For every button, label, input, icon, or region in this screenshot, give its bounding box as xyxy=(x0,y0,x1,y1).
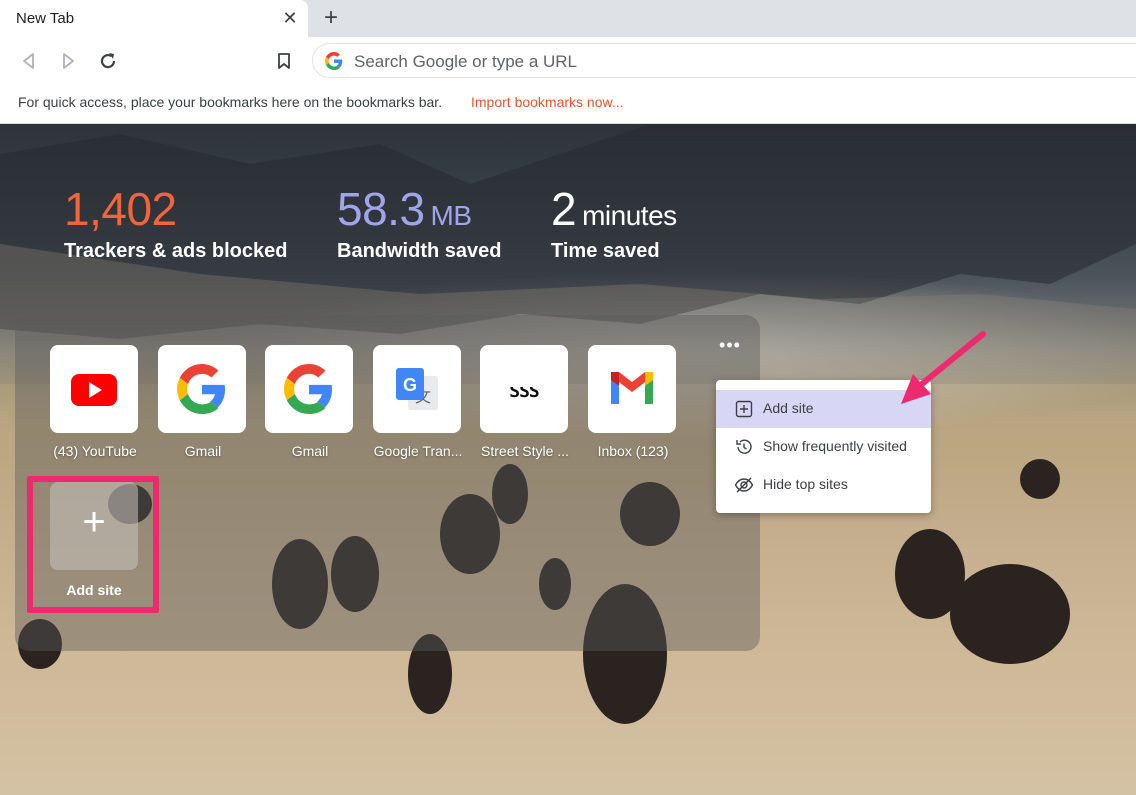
top-site-label: Gmail xyxy=(184,443,222,459)
menu-item-hide-top-sites[interactable]: Hide top sites xyxy=(716,466,931,504)
google-g-icon xyxy=(325,52,343,70)
add-box-icon xyxy=(735,400,753,418)
tile-box: 文 G xyxy=(373,345,461,433)
back-arrow-icon xyxy=(23,53,34,69)
annotation-arrow-icon xyxy=(901,331,986,404)
stat-trackers-blocked: 1,402 Trackers & ads blocked xyxy=(64,182,287,263)
menu-item-show-frequently-visited[interactable]: Show frequently visited xyxy=(716,428,931,466)
import-bookmarks-link[interactable]: Import bookmarks now... xyxy=(471,94,624,110)
tab-title: New Tab xyxy=(16,10,75,27)
bookmark-icon xyxy=(278,53,290,69)
add-site-highlight xyxy=(27,476,159,613)
stat-bandwidth-saved: 58.3 MB Bandwidth saved xyxy=(337,182,501,263)
time-number: 2 xyxy=(551,183,577,235)
tab-close-icon[interactable]: ✕ xyxy=(280,8,300,28)
top-site-label: Inbox (123) xyxy=(597,443,669,459)
top-site-street-style[interactable]: SSS Street Style ... xyxy=(480,345,570,459)
top-sites-more-button[interactable]: ••• xyxy=(716,336,744,358)
forward-arrow-icon xyxy=(63,53,74,69)
street-style-icon: SSS xyxy=(501,381,547,402)
top-site-label: Street Style ... xyxy=(481,443,569,459)
back-button[interactable] xyxy=(17,49,41,73)
tab-new-tab[interactable]: New Tab ✕ xyxy=(0,0,308,37)
trackers-blocked-label: Trackers & ads blocked xyxy=(64,240,288,262)
top-site-label: Gmail xyxy=(291,443,329,459)
youtube-icon xyxy=(71,374,117,406)
top-site-label: Google Tran... xyxy=(373,443,463,459)
trackers-blocked-value: 1,402 xyxy=(64,183,177,235)
tile-box xyxy=(588,345,676,433)
time-saved-value: 2 minutes xyxy=(551,182,677,236)
eye-off-icon xyxy=(734,477,754,493)
time-unit: minutes xyxy=(582,200,677,231)
menu-item-label: Hide top sites xyxy=(763,476,848,492)
bookmark-button[interactable] xyxy=(272,49,296,73)
time-saved-label: Time saved xyxy=(551,240,660,262)
toolbar: Search Google or type a URL xyxy=(0,37,1136,85)
gmail-icon xyxy=(611,372,653,404)
bandwidth-number: 58.3 xyxy=(337,183,425,235)
bandwidth-saved-label: Bandwidth saved xyxy=(337,240,502,262)
new-tab-page: 1,402 Trackers & ads blocked 58.3 MB Band… xyxy=(0,124,1136,795)
bookmarks-bar: For quick access, place your bookmarks h… xyxy=(0,85,1136,124)
top-site-label: (43) YouTube xyxy=(53,443,137,459)
omnibox-placeholder: Search Google or type a URL xyxy=(354,52,578,71)
stat-time-saved: 2 minutes Time saved xyxy=(551,182,677,263)
history-icon xyxy=(736,439,752,454)
reload-button[interactable] xyxy=(96,49,120,73)
menu-item-label: Show frequently visited xyxy=(763,438,907,454)
top-site-gmail-2[interactable]: Gmail xyxy=(265,345,355,459)
tile-box xyxy=(265,345,353,433)
tile-box: SSS xyxy=(480,345,568,433)
google-translate-icon: 文 G xyxy=(396,368,438,410)
google-icon xyxy=(177,364,226,414)
bandwidth-unit: MB xyxy=(430,200,473,231)
top-site-gmail-1[interactable]: Gmail xyxy=(158,345,248,459)
top-site-google-translate[interactable]: 文 G Google Tran... xyxy=(373,345,463,459)
top-site-inbox[interactable]: Inbox (123) xyxy=(588,345,678,459)
new-tab-button[interactable]: + xyxy=(318,5,344,31)
svg-text:G: G xyxy=(403,375,417,395)
forward-button[interactable] xyxy=(56,49,80,73)
tab-strip: New Tab ✕ + xyxy=(0,0,1136,37)
top-site-youtube[interactable]: (43) YouTube xyxy=(50,345,140,459)
menu-item-label: Add site xyxy=(763,400,814,416)
tile-box xyxy=(158,345,246,433)
google-icon xyxy=(284,364,333,414)
reload-icon xyxy=(100,53,116,69)
tile-box xyxy=(50,345,138,433)
bookmarks-bar-text: For quick access, place your bookmarks h… xyxy=(18,94,443,110)
omnibox[interactable]: Search Google or type a URL xyxy=(312,43,1136,78)
bandwidth-saved-value: 58.3 MB xyxy=(337,182,501,236)
